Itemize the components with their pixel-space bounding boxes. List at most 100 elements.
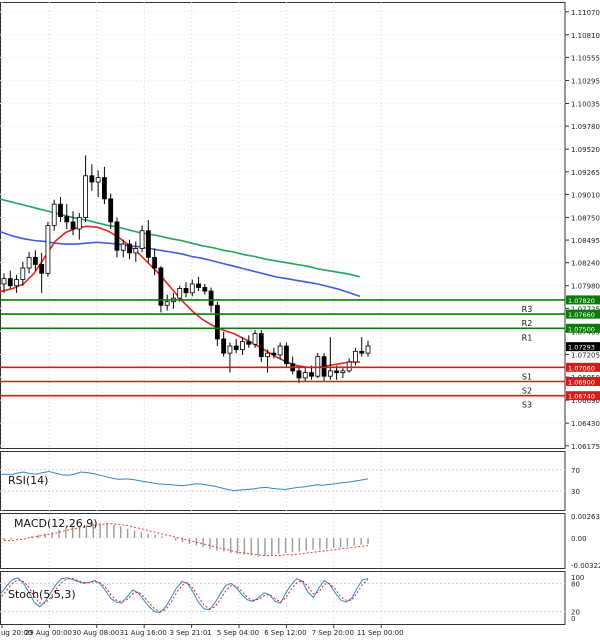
time-tick-label: 29 Aug 00:00 — [25, 629, 72, 637]
price-tick-label: 1.10295 — [571, 77, 600, 85]
chart-svg: RSI(14) 70 30 MACD(12,26,9) 0.002635 0.00 -0.… — [0, 0, 600, 640]
bear-candle-body — [258, 333, 264, 358]
price-tick-label: 1.11070 — [571, 9, 600, 17]
bear-candle-body — [246, 341, 252, 345]
bear-candle-body — [233, 345, 239, 350]
bull-candle-body — [120, 243, 126, 251]
price-tick-label: 1.07205 — [571, 351, 600, 359]
bear-candle-body — [284, 345, 289, 365]
level-name-r1: R1 — [522, 333, 533, 342]
level-price-label: 1.07060 — [568, 364, 595, 372]
level-name-s2: S2 — [522, 386, 532, 395]
bull-candle-body — [327, 370, 333, 377]
bear-candle-body — [64, 216, 70, 223]
bear-candle-body — [7, 278, 13, 287]
price-tick-label: 1.06175 — [571, 443, 600, 451]
bull-candle-body — [252, 333, 258, 345]
time-tick-label: 11 Sep 00:00 — [357, 629, 404, 637]
bear-candle-body — [214, 304, 220, 340]
time-tick-label: 6 Sep 12:00 — [264, 629, 306, 637]
level-name-s1: S1 — [522, 372, 532, 381]
price-tick-label: 1.09265 — [571, 169, 600, 177]
price-tick-label: 1.09520 — [571, 146, 600, 154]
bull-candle-body — [14, 279, 19, 287]
bull-candle-body — [340, 370, 346, 374]
bear-candle-body — [183, 287, 189, 294]
time-tick-label: 3 Sep 21:01 — [169, 629, 211, 637]
price-tick-label: 1.09780 — [571, 123, 600, 131]
bull-candle-body — [265, 352, 270, 358]
current-price-label: 1.07293 — [568, 344, 595, 352]
candlestick — [284, 342, 289, 368]
bull-candle-body — [83, 175, 88, 218]
stoch-tick-label: 80 — [571, 580, 580, 588]
bull-candle-body — [139, 230, 145, 249]
bull-candle-body — [189, 283, 195, 294]
macd-tick-label: -0.00322 — [571, 562, 600, 570]
level-price-label: 1.06900 — [568, 378, 595, 386]
price-tick-label: 1.10035 — [571, 101, 600, 109]
bull-candle-body — [51, 203, 57, 226]
bull-candle-body — [76, 217, 82, 230]
bear-candle-body — [271, 352, 277, 356]
bear-candle-body — [102, 177, 107, 200]
bull-candle-body — [95, 177, 101, 183]
level-price-label: 1.07660 — [568, 311, 595, 319]
bear-candle-body — [127, 243, 132, 254]
price-tick-label: 1.09010 — [571, 191, 600, 199]
bear-candle-body — [39, 264, 45, 274]
rsi-tick-label: 30 — [571, 488, 580, 496]
price-tick-label: 1.10810 — [571, 32, 600, 40]
trading-chart: RSI(14) 70 30 MACD(12,26,9) 0.002635 0.00 -0.… — [0, 0, 600, 640]
level-price-label: 1.07820 — [568, 297, 595, 305]
bear-candle-body — [32, 256, 38, 265]
level-price-label: 1.07500 — [568, 325, 595, 333]
bull-candle-body — [45, 225, 51, 274]
bear-candle-body — [221, 338, 227, 354]
bull-candle-body — [177, 287, 183, 299]
bear-candle-body — [108, 198, 114, 223]
bull-candle-body — [240, 341, 245, 350]
bear-candle-body — [321, 356, 327, 377]
macd-title: MACD(12,26,9) — [14, 517, 98, 530]
candlestick — [315, 353, 321, 378]
price-tick-label: 1.07980 — [571, 283, 600, 291]
bear-candle-body — [309, 372, 314, 377]
macd-tick-label: 0.00 — [571, 535, 587, 543]
rsi-title: RSI(14) — [8, 474, 48, 487]
bull-candle-body — [365, 345, 371, 354]
bear-candle-body — [152, 256, 158, 269]
rsi-tick-label: 70 — [571, 467, 580, 475]
bear-candle-body — [70, 221, 76, 230]
bear-candle-body — [196, 283, 201, 288]
stoch-tick-label: 0 — [571, 615, 575, 623]
candlestick — [158, 266, 164, 313]
level-name-r3: R3 — [522, 305, 533, 314]
bull-candle-body — [26, 256, 32, 269]
price-tick-label: 1.08240 — [571, 260, 600, 268]
bull-candle-body — [302, 372, 308, 379]
bull-candle-body — [1, 278, 7, 285]
price-tick-label: 1.10555 — [571, 54, 600, 62]
bull-candle-body — [133, 248, 139, 254]
time-tick-label: 7 Sep 20:00 — [312, 629, 354, 637]
level-name-r2: R2 — [522, 319, 533, 328]
bull-candle-body — [353, 350, 358, 363]
bull-candle-body — [315, 356, 321, 377]
bull-candle-body — [164, 301, 170, 306]
bull-candle-body — [346, 361, 352, 372]
level-name-s3: S3 — [522, 401, 532, 410]
candlestick — [45, 221, 51, 277]
bull-candle-body — [227, 345, 233, 354]
stoch-title: Stoch(5,5,3) — [8, 588, 76, 601]
time-tick-label: 31 Aug 16:00 — [120, 629, 167, 637]
price-tick-label: 1.08750 — [571, 214, 600, 222]
time-tick-label: 5 Sep 04:00 — [217, 629, 259, 637]
bear-candle-body — [145, 230, 151, 258]
bull-candle-body — [20, 267, 26, 280]
macd-tick-label: 0.002635 — [571, 513, 600, 521]
bear-candle-body — [58, 203, 63, 217]
price-tick-label: 1.06430 — [571, 420, 600, 428]
bear-candle-body — [334, 370, 340, 374]
bear-candle-body — [208, 290, 214, 306]
